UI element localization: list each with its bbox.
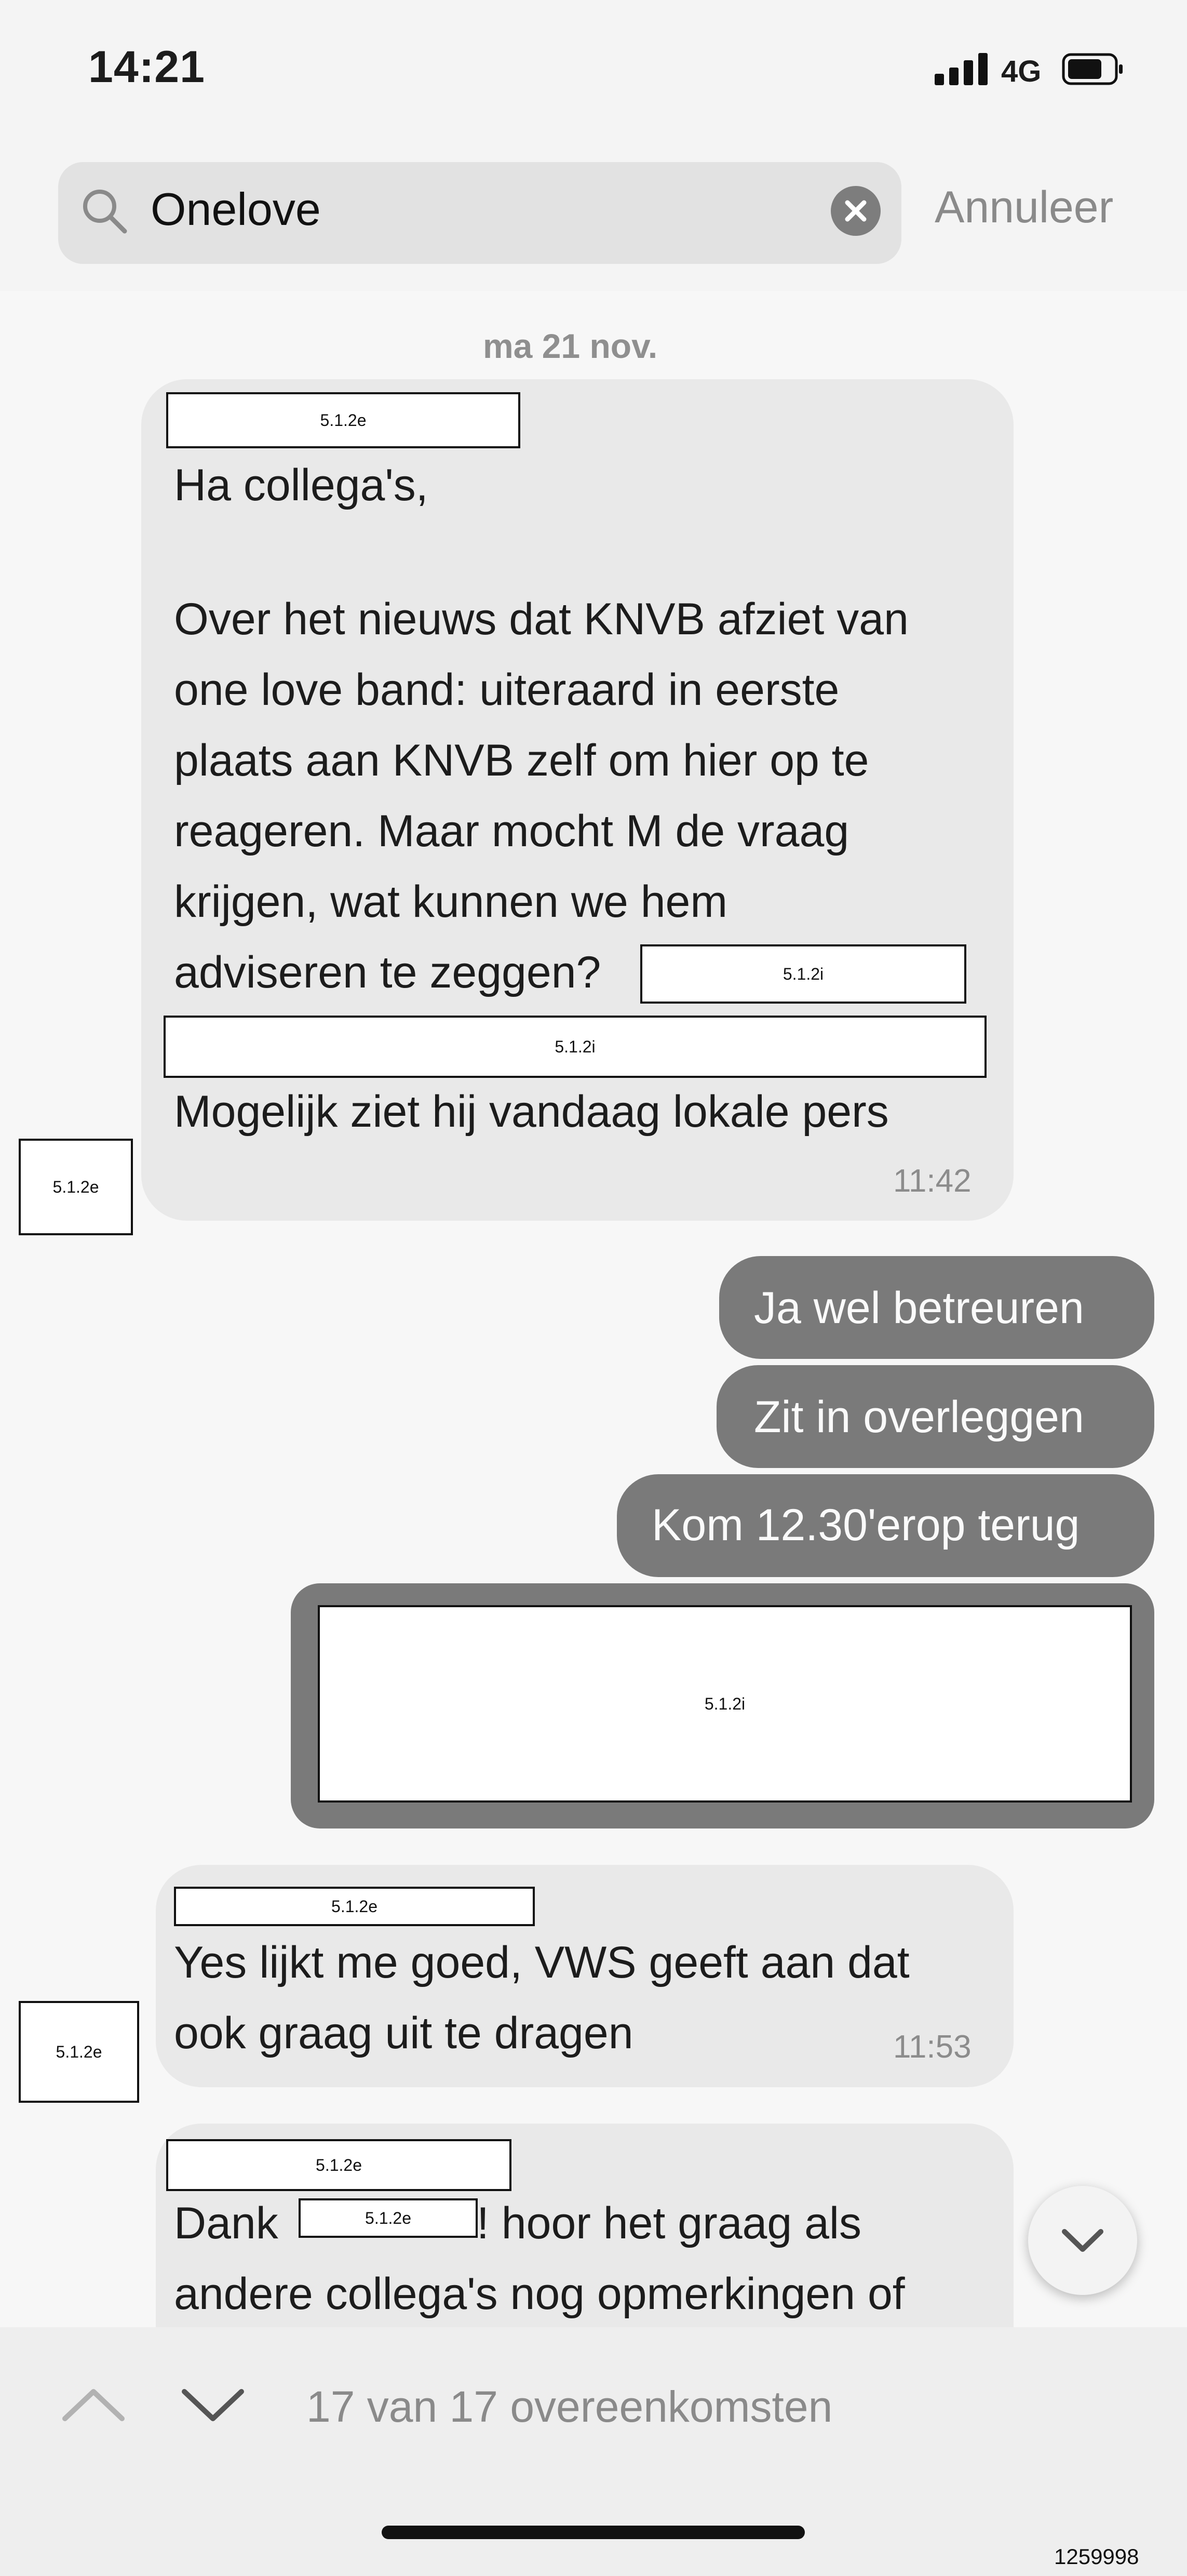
scroll-to-bottom-button[interactable] <box>1028 2186 1137 2295</box>
message-text: Kom 12.30'erop terug <box>652 1500 1080 1550</box>
next-match-chevron-down-icon[interactable] <box>179 2384 247 2426</box>
message-text: Dank <box>174 2198 278 2248</box>
date-separator: ma 21 nov. <box>483 327 658 365</box>
document-number: 1259998 <box>1054 2544 1139 2569</box>
clear-search-button[interactable] <box>831 186 881 236</box>
message-text: Ja wel betreuren <box>754 1283 1084 1333</box>
message-text: Ha collega's, <box>174 460 428 510</box>
message-text: adviseren te zeggen? <box>174 947 601 997</box>
search-input[interactable]: Onelove <box>151 183 321 236</box>
redacted-message-content: 5.1.2i <box>318 1605 1132 1803</box>
message-text: Zit in overleggen <box>754 1392 1084 1442</box>
redacted-sender-name: 5.1.2e <box>166 392 520 448</box>
message-text: Yes lijkt me goed, VWS geeft aan dat <box>174 1938 910 1987</box>
redacted-avatar: 5.1.2e <box>19 2001 139 2103</box>
message-timestamp: 11:42 <box>893 1163 972 1199</box>
redacted-inline-text: 5.1.2i <box>640 944 966 1004</box>
redacted-text-line: 5.1.2i <box>164 1016 987 1078</box>
message-text: Mogelijk ziet hij vandaag lokale pers <box>174 1087 889 1137</box>
message-text: reageren. Maar mocht M de vraag <box>174 806 849 856</box>
close-icon <box>845 200 867 222</box>
redacted-sender-name: 5.1.2e <box>174 1887 535 1926</box>
message-text: Over het nieuws dat KNVB afziet van <box>174 594 909 644</box>
redacted-name: 5.1.2e <box>299 2198 478 2238</box>
message-text: plaats aan KNVB zelf om hier op te <box>174 736 869 785</box>
network-type: 4G <box>1001 55 1042 88</box>
redacted-sender-name: 5.1.2e <box>166 2139 511 2191</box>
redacted-avatar: 5.1.2e <box>19 1139 133 1235</box>
previous-match-chevron-up-icon[interactable] <box>60 2384 127 2426</box>
message-text: one love band: uiteraard in eerste <box>174 665 840 715</box>
match-count: 17 van 17 overeenkomsten <box>306 2382 833 2431</box>
signal-strength-icon <box>935 53 988 85</box>
message-text: ook graag uit te dragen <box>174 2008 633 2058</box>
search-icon <box>83 190 127 234</box>
message-text: krijgen, wat kunnen we hem <box>174 877 728 927</box>
message-timestamp: 11:53 <box>893 2029 972 2065</box>
message-text: ! hoor het graag als <box>477 2198 862 2248</box>
chevron-down-icon <box>1062 2229 1103 2252</box>
cancel-button[interactable]: Annuleer <box>935 182 1113 233</box>
home-indicator[interactable] <box>382 2526 805 2539</box>
battery-icon <box>1062 53 1123 85</box>
message-text: andere collega's nog opmerkingen of <box>174 2269 905 2319</box>
status-time: 14:21 <box>88 42 205 92</box>
